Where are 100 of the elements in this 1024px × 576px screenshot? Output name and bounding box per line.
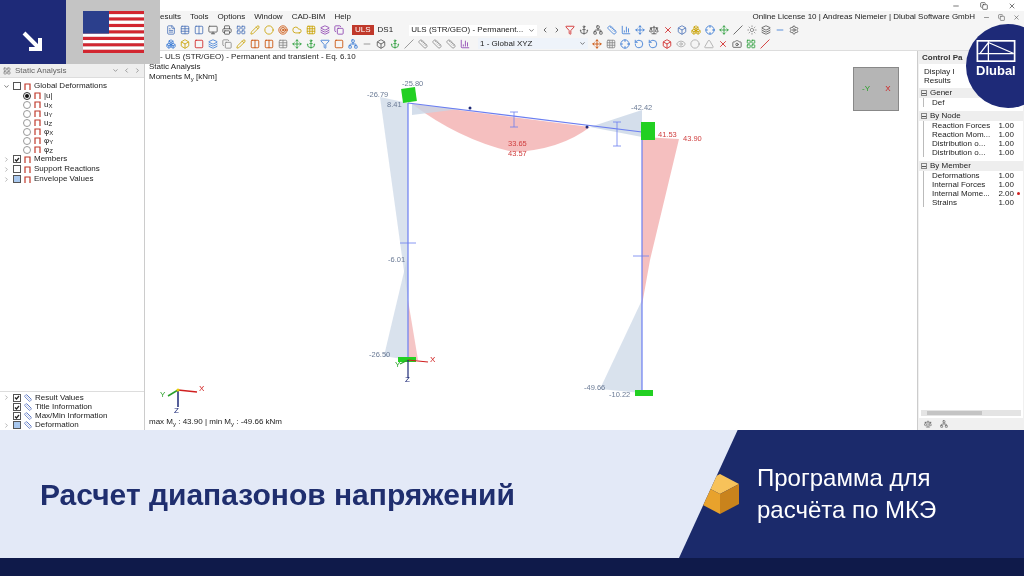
columns-icon[interactable]	[250, 38, 260, 49]
line-icon[interactable]	[404, 38, 414, 49]
restore-icon[interactable]	[980, 1, 988, 10]
boxes-icon[interactable]	[691, 25, 702, 35]
network-icon[interactable]	[593, 25, 604, 35]
scale-icon[interactable]	[649, 25, 660, 35]
restore-icon[interactable]	[998, 13, 1005, 21]
move-icon[interactable]	[292, 38, 302, 49]
scrollbar-thumb[interactable]	[927, 411, 982, 415]
anchor-icon[interactable]	[579, 25, 590, 35]
previous-icon[interactable]	[123, 67, 130, 74]
checkbox[interactable]	[13, 175, 21, 183]
checkbox[interactable]	[13, 82, 21, 90]
menu-item[interactable]: Window	[254, 11, 283, 23]
tree-item[interactable]: Members	[34, 153, 68, 165]
square-icon[interactable]	[334, 38, 344, 49]
boxes-icon[interactable]	[166, 38, 176, 49]
line-icon[interactable]	[760, 38, 770, 49]
grid-icon[interactable]	[746, 38, 756, 49]
rotate-icon[interactable]	[634, 38, 644, 49]
combination-dropdown[interactable]: ULS (STR/GEO) - Permanent...	[409, 24, 538, 36]
checkbox[interactable]	[13, 165, 21, 173]
crosshair-icon[interactable]	[620, 38, 630, 49]
ruler-icon[interactable]	[446, 38, 456, 49]
chart-icon[interactable]	[460, 38, 470, 49]
coordinate-system-dropdown[interactable]: 1 - Global XYZ	[478, 38, 588, 49]
radio-button[interactable]	[23, 145, 31, 154]
expand-icon[interactable]	[3, 175, 10, 183]
cube-icon[interactable]	[376, 38, 386, 49]
move-icon[interactable]	[592, 38, 602, 49]
anchor-icon[interactable]	[306, 38, 316, 49]
expand-icon[interactable]	[3, 394, 10, 402]
anchor-icon[interactable]	[390, 38, 400, 49]
chart-icon[interactable]	[621, 25, 632, 35]
filter-icon[interactable]	[565, 25, 576, 35]
eye-icon[interactable]	[676, 38, 686, 49]
tree-item[interactable]: Global Deformations	[34, 80, 107, 92]
radio-button[interactable]	[23, 100, 31, 109]
radio-button[interactable]	[23, 127, 31, 136]
crosshair-icon[interactable]	[705, 25, 716, 35]
menu-item[interactable]: Tools	[189, 11, 209, 23]
settings-icon[interactable]	[789, 25, 800, 35]
caret-icon[interactable]	[112, 67, 119, 74]
menu-item[interactable]: Options	[217, 11, 246, 23]
table-icon[interactable]	[278, 38, 288, 49]
checkbox[interactable]	[13, 412, 21, 421]
collapse-toggle[interactable]	[921, 163, 927, 169]
grid-icon[interactable]	[606, 38, 616, 49]
monitor-icon[interactable]	[208, 25, 218, 35]
network-icon[interactable]	[348, 38, 358, 49]
rotate-icon[interactable]	[648, 38, 658, 49]
expand-icon[interactable]	[3, 82, 10, 90]
cube-icon[interactable]	[677, 25, 688, 35]
circle-icon[interactable]	[690, 38, 700, 49]
close-icon[interactable]	[663, 25, 674, 35]
layers-icon[interactable]	[320, 25, 330, 35]
columns-icon[interactable]	[264, 38, 274, 49]
radio-button[interactable]	[23, 136, 31, 145]
expand-icon[interactable]	[3, 165, 10, 173]
checkbox[interactable]	[13, 155, 21, 163]
layers-icon[interactable]	[761, 25, 772, 35]
collapse-toggle[interactable]	[921, 90, 927, 96]
tree-item[interactable]: Result Values	[35, 391, 84, 404]
file-icon[interactable]	[166, 25, 176, 35]
target-icon[interactable]	[278, 25, 288, 35]
next-icon[interactable]	[134, 67, 141, 74]
cube-icon[interactable]	[662, 38, 672, 49]
line-icon[interactable]	[733, 25, 744, 35]
grid-icon[interactable]	[306, 25, 316, 35]
ruler-icon[interactable]	[418, 38, 428, 49]
radio-button[interactable]	[23, 109, 31, 118]
expand-icon[interactable]	[3, 155, 10, 163]
tree-item[interactable]: Envelope Values	[34, 173, 94, 185]
ruler-icon[interactable]	[432, 38, 442, 49]
columns-icon[interactable]	[194, 25, 204, 35]
camera-icon[interactable]	[732, 38, 742, 49]
checkbox[interactable]	[13, 403, 21, 412]
close-icon[interactable]	[1008, 1, 1016, 10]
layers-icon[interactable]	[208, 38, 218, 49]
move-icon[interactable]	[719, 25, 730, 35]
collapse-toggle[interactable]	[921, 113, 927, 119]
table-icon[interactable]	[180, 25, 190, 35]
menu-item[interactable]: Help	[334, 11, 351, 23]
printer-icon[interactable]	[222, 25, 232, 35]
copy-icon[interactable]	[334, 25, 344, 35]
menu-item[interactable]: CAD-BIM	[291, 11, 326, 23]
cloud-icon[interactable]	[292, 25, 302, 35]
move-icon[interactable]	[635, 25, 646, 35]
menu-item[interactable]: esults	[160, 11, 181, 23]
scale-icon[interactable]	[924, 420, 932, 428]
checkbox[interactable]	[13, 421, 21, 430]
sun-icon[interactable]	[747, 25, 758, 35]
close-icon[interactable]	[1013, 13, 1020, 21]
ruler-icon[interactable]	[607, 25, 618, 35]
close-icon[interactable]	[718, 38, 728, 49]
checkbox[interactable]	[13, 393, 21, 402]
square-icon[interactable]	[194, 38, 204, 49]
filter-icon[interactable]	[320, 38, 330, 49]
cube-icon[interactable]	[180, 38, 190, 49]
grid-icon[interactable]	[236, 25, 246, 35]
